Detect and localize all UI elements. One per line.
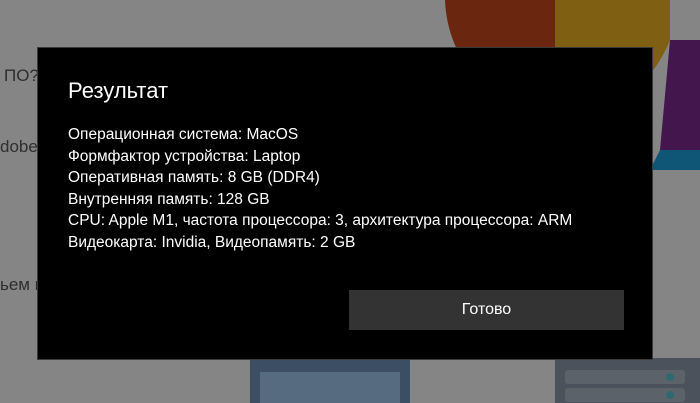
done-button[interactable]: Готово: [349, 290, 624, 330]
result-dialog: Результат Операционная система: MacOS Фо…: [37, 47, 653, 360]
info-line-storage: Внутренняя память: 128 GB: [68, 190, 270, 208]
info-line-cpu: CPU: Apple M1, частота процессора: 3, ар…: [68, 212, 573, 229]
info-line-gpu: Видеокарта: Invidia, Видеопамять: 2 GB: [68, 233, 356, 251]
app-window: ПО? dobe ьем и Результат Операционная си…: [0, 0, 700, 403]
dialog-title: Результат: [68, 78, 169, 103]
dialog-body: Операционная система: MacOS Формфактор у…: [68, 124, 638, 253]
info-line-form-factor: Формфактор устройства: Laptop: [68, 147, 301, 165]
info-line-os: Операционная система: MacOS: [68, 126, 299, 143]
info-line-ram: Оперативная память: 8 GB (DDR4): [68, 169, 320, 186]
